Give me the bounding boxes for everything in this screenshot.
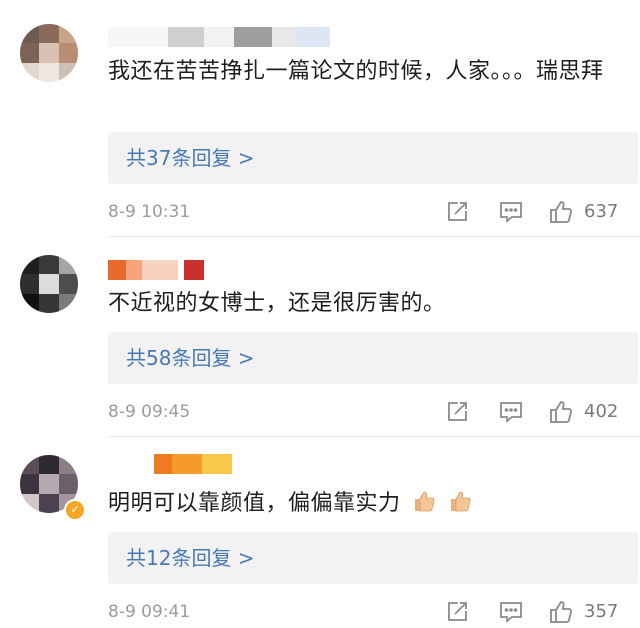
comment-meta: 8-9 09:45 402 <box>108 397 628 427</box>
comment-2: 不近视的女博士，还是很厉害的。 共58条回复 > 8-9 09:45 402 <box>0 237 640 437</box>
share-icon[interactable] <box>444 399 470 425</box>
like-count: 357 <box>584 601 619 622</box>
username-redacted[interactable] <box>108 26 330 48</box>
comment-text: 不近视的女博士，还是很厉害的。 <box>108 291 446 316</box>
replies-link[interactable]: 共58条回复 > <box>126 332 255 384</box>
share-icon[interactable] <box>444 199 470 225</box>
like-count: 637 <box>584 201 619 222</box>
like-icon[interactable] <box>548 599 574 625</box>
replies-link[interactable]: 共12条回复 > <box>126 532 255 584</box>
timestamp: 8-9 09:45 <box>108 402 191 422</box>
verified-badge-icon: ✓ <box>64 499 86 521</box>
comment-meta: 8-9 10:31 637 <box>108 197 628 227</box>
avatar[interactable] <box>20 255 78 313</box>
replies-box[interactable]: 共12条回复 > <box>108 532 638 584</box>
timestamp: 8-9 09:41 <box>108 602 191 622</box>
comment-3: ✓ 明明可以靠颜值，偏偏靠实力 共12条回复 > 8-9 09:41 357 <box>0 437 640 628</box>
comment-icon[interactable] <box>498 399 524 425</box>
share-icon[interactable] <box>444 599 470 625</box>
username-redacted[interactable] <box>108 453 232 475</box>
like-icon[interactable] <box>548 199 574 225</box>
avatar[interactable] <box>20 24 78 82</box>
username-redacted[interactable] <box>108 259 204 281</box>
comment-1: 我还在苦苦挣扎一篇论文的时候，人家。。。瑞思拜 共37条回复 > 8-9 10:… <box>0 0 640 237</box>
comment-icon[interactable] <box>498 599 524 625</box>
thumbs-up-emoji-icon <box>415 491 435 512</box>
comment-icon[interactable] <box>498 199 524 225</box>
comment-text-content: 明明可以靠颜值，偏偏靠实力 <box>108 491 401 516</box>
replies-box[interactable]: 共58条回复 > <box>108 332 638 384</box>
thumbs-up-emoji-icon <box>450 491 471 512</box>
timestamp: 8-9 10:31 <box>108 202 191 222</box>
like-icon[interactable] <box>548 399 574 425</box>
comment-meta: 8-9 09:41 357 <box>108 597 628 627</box>
comment-text: 我还在苦苦挣扎一篇论文的时候，人家。。。瑞思拜 <box>108 59 604 84</box>
like-count: 402 <box>584 401 619 422</box>
replies-link[interactable]: 共37条回复 > <box>126 132 255 184</box>
replies-box[interactable]: 共37条回复 > <box>108 132 638 184</box>
comment-text: 明明可以靠颜值，偏偏靠实力 <box>108 487 618 521</box>
